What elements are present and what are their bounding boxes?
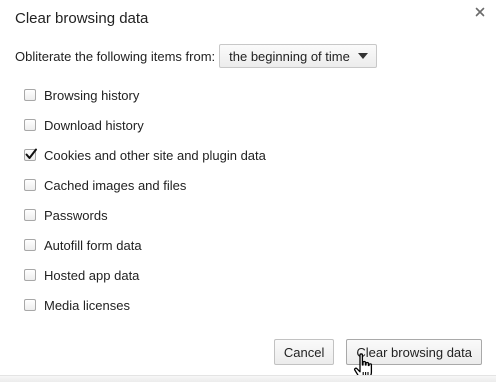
- clear-browsing-data-dialog: Clear browsing data Obliterate the follo…: [0, 0, 496, 382]
- option-row[interactable]: Cookies and other site and plugin data: [24, 140, 444, 170]
- option-label: Passwords: [44, 207, 108, 223]
- checkbox[interactable]: [24, 119, 36, 131]
- option-label: Cached images and files: [44, 177, 187, 193]
- dialog-bottom-edge: [0, 375, 496, 382]
- option-row[interactable]: Media licenses: [24, 290, 444, 320]
- checkbox[interactable]: [24, 179, 36, 191]
- close-icon: [475, 7, 485, 17]
- data-type-list: Browsing history Download history Cookies …: [24, 80, 444, 320]
- time-range-select[interactable]: the beginning of time: [219, 44, 377, 68]
- option-label: Cookies and other site and plugin data: [44, 147, 266, 163]
- option-label: Autofill form data: [44, 237, 142, 253]
- checkbox-checked[interactable]: [24, 148, 37, 161]
- cancel-button[interactable]: Cancel: [273, 339, 335, 365]
- option-row[interactable]: Download history: [24, 110, 444, 140]
- checkbox[interactable]: [24, 299, 36, 311]
- option-label: Media licenses: [44, 297, 130, 313]
- dialog-buttons: Cancel Clear browsing data: [273, 339, 482, 365]
- time-range-label: Obliterate the following items from:: [15, 48, 216, 64]
- time-range-row: Obliterate the following items from: the…: [15, 44, 377, 68]
- checkbox[interactable]: [24, 89, 36, 101]
- option-label: Browsing history: [44, 87, 140, 103]
- checkbox[interactable]: [24, 239, 36, 251]
- clear-browsing-data-button[interactable]: Clear browsing data: [346, 339, 482, 365]
- checkbox[interactable]: [24, 209, 36, 221]
- close-button[interactable]: [472, 4, 488, 20]
- time-range-value: the beginning of time: [229, 48, 350, 64]
- option-row[interactable]: Autofill form data: [24, 230, 444, 260]
- option-row[interactable]: Browsing history: [24, 80, 444, 110]
- chevron-down-icon: [357, 53, 368, 59]
- checkbox[interactable]: [24, 269, 36, 281]
- option-row[interactable]: Hosted app data: [24, 260, 444, 290]
- option-row[interactable]: Passwords: [24, 200, 444, 230]
- dialog-title: Clear browsing data: [15, 10, 149, 27]
- option-row[interactable]: Cached images and files: [24, 170, 444, 200]
- option-label: Download history: [44, 117, 144, 133]
- checkmark-icon: [25, 148, 37, 159]
- option-label: Hosted app data: [44, 267, 140, 283]
